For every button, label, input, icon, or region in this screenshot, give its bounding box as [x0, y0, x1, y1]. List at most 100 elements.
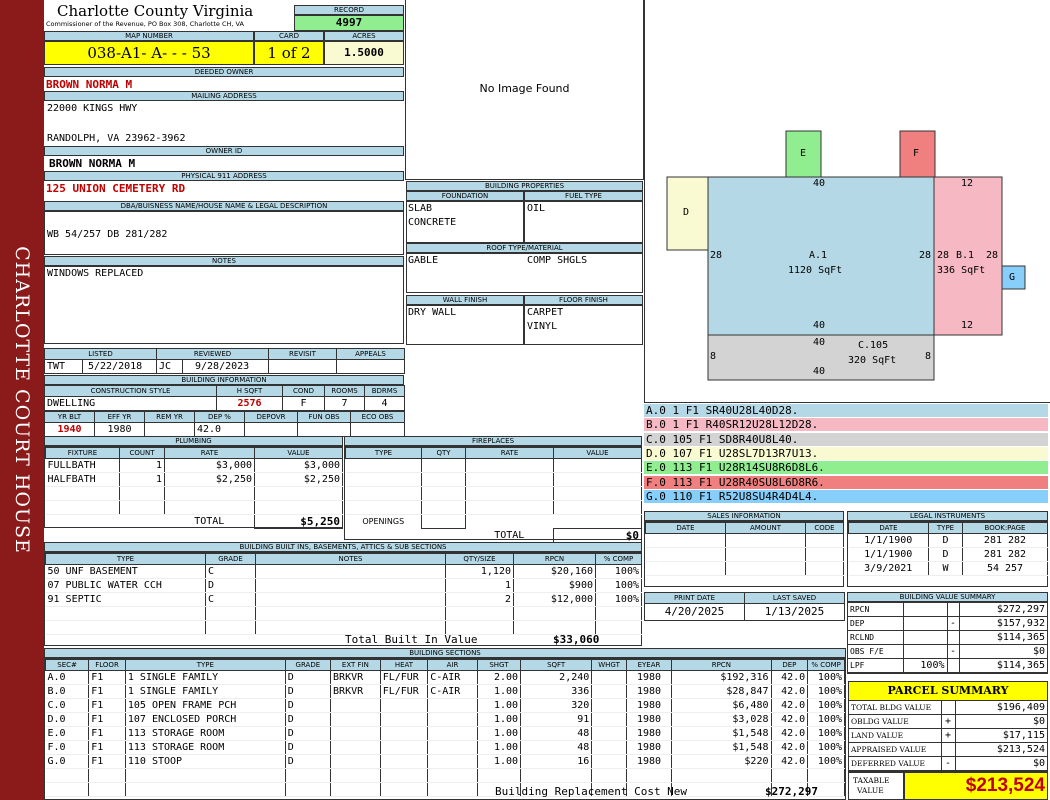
bvs-sign: [946, 658, 959, 673]
review-table: LISTED REVIEWED REVISIT APPEALS TWT 5/22/201…: [44, 348, 405, 374]
section-rpcn: $220: [671, 754, 772, 769]
section-sec: A.0: [45, 670, 90, 685]
reviewed-label: REVIEWED: [156, 348, 269, 360]
sketch-label-d: D: [683, 207, 690, 218]
dep-header: DEP: [770, 659, 809, 671]
builtin-type: 07 PUBLIC WATER CCH: [45, 578, 206, 593]
section-rpcn: $1,548: [671, 740, 772, 755]
table-row: DEP - $157,932: [848, 616, 1047, 631]
bedrooms: 4: [364, 396, 405, 411]
section-extfin: BRKVR: [330, 684, 381, 699]
legal-type: D: [928, 533, 963, 548]
building-info-table: CONSTRUCTION STYLE H SQFT COND ROOMS BDRMS D…: [44, 385, 405, 437]
sketch-drawing: [666, 130, 1026, 381]
sales-amount-header: AMOUNT: [725, 522, 806, 534]
section-comp: 100%: [807, 740, 845, 755]
print-date-label: PRINT DATE: [644, 592, 745, 604]
legal-type: D: [928, 547, 963, 562]
owner-id: BROWN NORMA M: [49, 157, 136, 170]
taxable-label: TAXABLE VALUE: [848, 772, 904, 800]
table-row: LAND VALUE + $17,115: [849, 728, 1047, 743]
notes-label: NOTES: [44, 256, 404, 266]
section-comp: 100%: [807, 698, 845, 713]
building-sections-table: SEC# FLOOR TYPE GRADE EXT FIN HEAT AIR SHGT SQFT…: [44, 658, 846, 800]
section-grade: D: [285, 670, 332, 685]
builtin-comp: 100%: [595, 564, 642, 579]
table-row: 1/1/1900 D 281 282: [848, 547, 1048, 562]
table-row: 3/9/2021 W 54 257: [848, 561, 1048, 576]
shgt-header: SHGT: [476, 659, 522, 671]
replacement-cost-label: Building Replacement Cost New: [495, 785, 688, 798]
ecoobs-label: ECO OBS: [350, 411, 405, 423]
wall-finish-label: WALL FINISH: [406, 295, 524, 305]
sidebar: CHARLOTTE COURT HOUSE: [0, 0, 44, 800]
print-date: 4/20/2025: [644, 603, 745, 621]
type-header: TYPE: [124, 659, 286, 671]
bvs-value: $157,932: [958, 616, 1047, 631]
section-sqft: 91: [520, 712, 593, 727]
legal-date: 1/1/1900: [848, 547, 929, 562]
builtin-notes: [255, 564, 446, 579]
section-floor: F1: [88, 670, 126, 685]
section-whgt: [591, 698, 627, 713]
legal-table: DATE TYPE BOOK:PAGE 1/1/1900 D 281 282 1/1/1…: [847, 521, 1048, 587]
floor-finish-2: VINYL: [527, 321, 558, 332]
section-sqft: 336: [520, 684, 593, 699]
card-label: CARD: [254, 31, 324, 41]
fuel-box: OIL: [524, 201, 643, 243]
section-dep: 42.0: [771, 684, 809, 699]
acres-label: ACRES: [324, 31, 404, 41]
summary-sign: [941, 742, 955, 757]
appeals-label: APPEALS: [336, 348, 405, 360]
sketch-area-a: 1120 SqFt: [788, 265, 843, 276]
builtin-type: 50 UNF BASEMENT: [45, 564, 206, 579]
section-shgt: 1.00: [477, 726, 522, 741]
bvs-title: BUILDING VALUE SUMMARY: [847, 592, 1048, 602]
bvs-value: $114,365: [958, 658, 1047, 673]
parcel-summary-table: TOTAL BLDG VALUE $196,409 OBLDG VALUE + $0 LA…: [848, 701, 1048, 772]
plumbing-fixture-header: FIXTURE: [45, 447, 120, 459]
section-rpcn: $28,847: [671, 684, 772, 699]
taxable-label-1: TAXABLE: [853, 776, 890, 785]
dim-b-bottom: 12: [961, 320, 974, 331]
builtin-total: $33,060: [553, 633, 600, 646]
section-comp: 100%: [807, 712, 845, 727]
plumbing-fixture: HALFBATH: [45, 472, 120, 487]
section-grade: D: [285, 684, 332, 699]
section-sec: G.0: [45, 754, 90, 769]
section-sqft: 2,240: [520, 670, 593, 685]
table-row: A.0 F1 1 SINGLE FAMILY D BRKVR FL/FUR C-AIR 2.0…: [45, 670, 845, 685]
section-whgt: [591, 740, 627, 755]
section-comp: 100%: [807, 670, 845, 685]
summary-value: $213,524: [954, 742, 1047, 757]
bvs-sign: -: [946, 616, 959, 631]
section-extfin: [330, 754, 381, 769]
fireplace-qty-header: QTY: [421, 447, 466, 459]
section-air: [427, 712, 478, 727]
notes-box: WINDOWS REPLACED: [44, 266, 404, 344]
sketch-label-g: G: [1009, 272, 1016, 283]
table-row: HALFBATH 1 $2,250 $2,250: [45, 472, 343, 487]
construction-style: DWELLING: [44, 396, 217, 411]
section-heat: FL/FUR: [380, 670, 429, 685]
section-whgt: [591, 684, 627, 699]
sketch-segment-row: F.0 113 F1 U28R40SU8L6D8R6.: [644, 475, 1048, 490]
record-label: RECORD: [294, 5, 404, 15]
section-sqft: 16: [520, 754, 593, 769]
building-properties-title: BUILDING PROPERTIES: [406, 181, 643, 191]
roof-box: GABLE COMP SHGLS: [406, 253, 643, 293]
section-floor: F1: [88, 698, 126, 713]
card-number: 1 of 2: [254, 41, 324, 65]
owner-id-label: OWNER ID: [44, 146, 404, 156]
table-row: G.0 F1 110 STOOP D 1.00 16 1980 $220 42.0 100%: [45, 754, 845, 769]
section-type: 110 STOOP: [125, 754, 286, 769]
section-heat: [380, 712, 429, 727]
bvs-value: $114,365: [958, 630, 1047, 645]
section-heat: [380, 726, 429, 741]
section-dep: 42.0: [771, 698, 809, 713]
summary-sign: +: [941, 714, 955, 729]
section-sec: C.0: [45, 698, 90, 713]
plumbing-rate: $3,000: [164, 458, 255, 473]
section-whgt: [591, 712, 627, 727]
last-saved-label: LAST SAVED: [744, 592, 845, 604]
